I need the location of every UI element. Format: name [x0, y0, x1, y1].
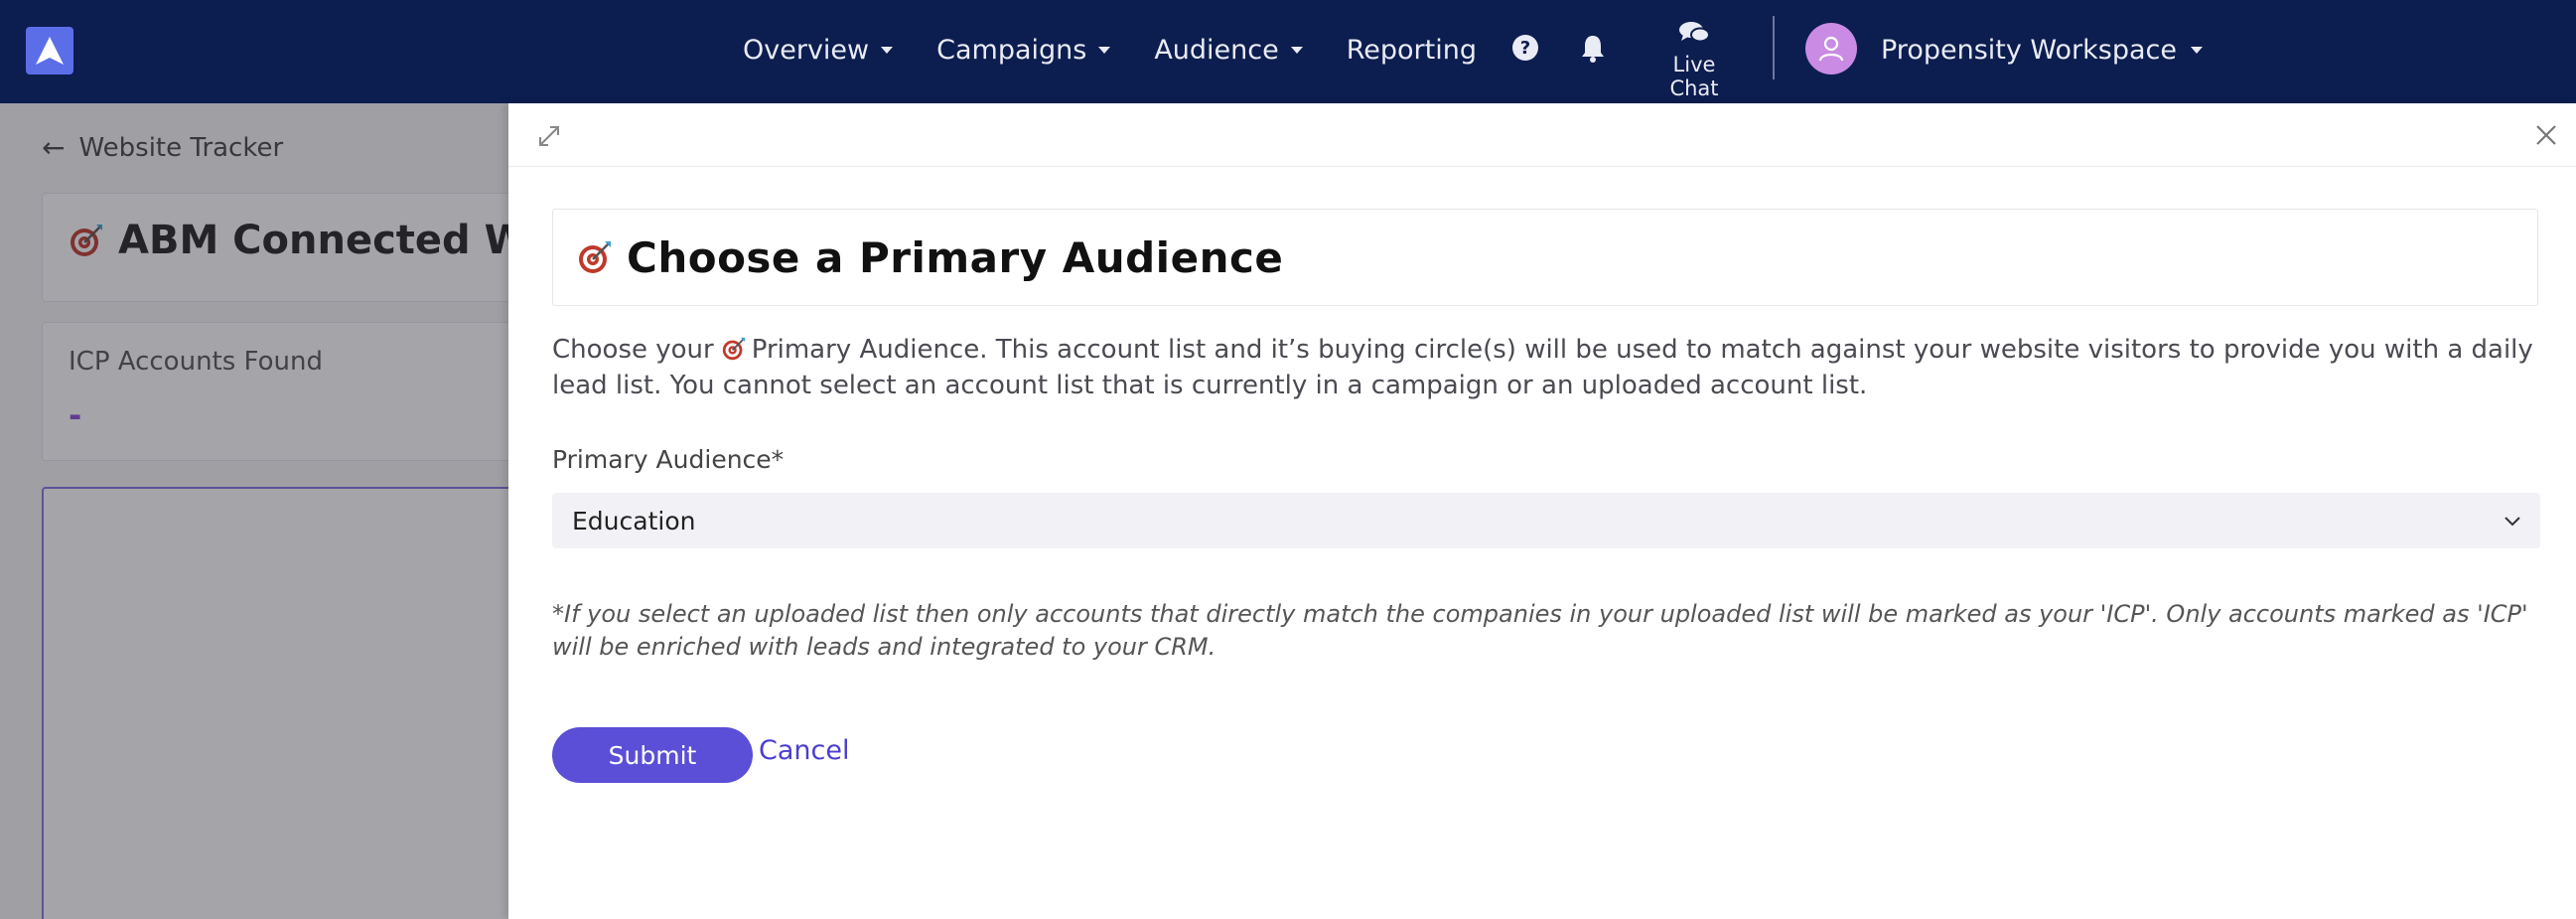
avatar[interactable]	[1805, 23, 1857, 75]
workspace-label: Propensity Workspace	[1881, 34, 2177, 66]
target-icon	[722, 337, 745, 361]
caret-down-icon	[881, 46, 894, 54]
live-chat-label: Live Chat	[1669, 53, 1719, 100]
nav-campaigns-label: Campaigns	[936, 34, 1087, 66]
expand-icon[interactable]	[534, 121, 564, 151]
main-nav: Overview Campaigns Audience Reporting	[743, 0, 1520, 99]
top-navbar: Overview Campaigns Audience Reporting ?	[0, 0, 2576, 103]
primary-audience-drawer: Choose a Primary Audience Choose your Pr…	[508, 103, 2576, 919]
primary-audience-label: Primary Audience*	[552, 445, 785, 474]
nav-audience-label: Audience	[1154, 34, 1279, 66]
modal-overlay[interactable]	[0, 103, 508, 919]
cancel-button[interactable]: Cancel	[759, 735, 849, 766]
drawer-title-box: Choose a Primary Audience	[552, 209, 2538, 306]
primary-audience-selected-value: Education	[572, 506, 696, 536]
nav-reporting[interactable]: Reporting	[1347, 35, 1477, 66]
close-icon[interactable]	[2530, 119, 2562, 151]
nav-divider	[1773, 16, 1775, 79]
caret-down-icon	[1098, 46, 1111, 54]
caret-down-icon	[1290, 46, 1303, 54]
nav-overview[interactable]: Overview	[743, 34, 894, 66]
caret-down-icon	[2191, 46, 2203, 54]
description-text-before: Choose your	[552, 335, 714, 365]
drawer-header	[508, 103, 2576, 167]
nav-campaigns[interactable]: Campaigns	[936, 34, 1111, 66]
live-chat-button[interactable]: Live Chat	[1646, 20, 1742, 100]
target-icon	[579, 241, 611, 273]
description-text-after: Primary Audience. This account list and …	[552, 335, 2533, 400]
chevron-down-icon	[2504, 517, 2520, 527]
uploaded-list-note: *If you select an uploaded list then onl…	[552, 600, 2528, 661]
workspace-switcher[interactable]: Propensity Workspace	[1881, 0, 2203, 99]
submit-button[interactable]: Submit	[552, 727, 753, 783]
primary-audience-select[interactable]: Education	[552, 493, 2540, 548]
drawer-description: Choose your Primary Audience. This accou…	[552, 332, 2548, 403]
svg-text:?: ?	[1520, 38, 1530, 59]
nav-overview-label: Overview	[743, 34, 870, 66]
user-icon	[1818, 36, 1844, 62]
nav-audience[interactable]: Audience	[1154, 34, 1303, 66]
nav-reporting-label: Reporting	[1346, 34, 1477, 66]
question-circle-icon[interactable]: ?	[1511, 34, 1539, 66]
logo-icon	[36, 37, 64, 65]
app-logo[interactable]	[26, 27, 73, 75]
drawer-title: Choose a Primary Audience	[627, 232, 1284, 282]
bell-icon[interactable]	[1579, 34, 1607, 68]
chat-bubbles-icon	[1679, 22, 1710, 43]
